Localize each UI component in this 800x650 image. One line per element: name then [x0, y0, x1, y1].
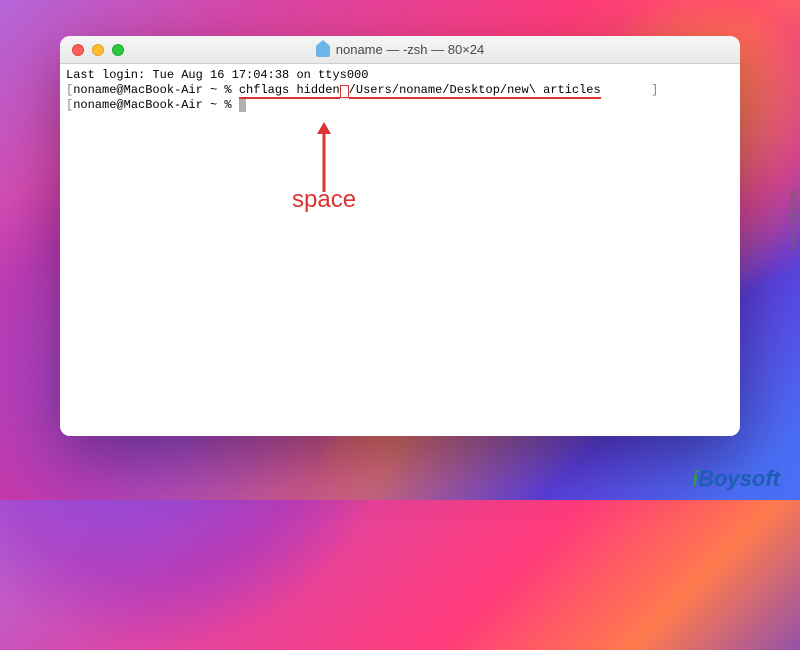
- logo-rest: Boysoft: [698, 466, 780, 491]
- close-icon[interactable]: [72, 44, 84, 56]
- terminal-body[interactable]: Last login: Tue Aug 16 17:04:38 on ttys0…: [60, 64, 740, 117]
- window-title-text: noname — -zsh — 80×24: [336, 42, 485, 57]
- prompt-text-2: noname@MacBook-Air ~ %: [73, 98, 239, 112]
- maximize-icon[interactable]: [112, 44, 124, 56]
- window-title: noname — -zsh — 80×24: [60, 42, 740, 57]
- title-bar[interactable]: noname — -zsh — 80×24: [60, 36, 740, 64]
- cursor: [239, 99, 246, 112]
- minimize-icon[interactable]: [92, 44, 104, 56]
- home-icon: [316, 45, 330, 57]
- command-part2: /Users/noname/Desktop/new\ articles: [349, 83, 601, 99]
- terminal-window: noname — -zsh — 80×24 Last login: Tue Au…: [60, 36, 740, 436]
- watermark-side: wsxdn.com: [788, 190, 800, 250]
- last-login-line: Last login: Tue Aug 16 17:04:38 on ttys0…: [66, 68, 734, 83]
- command-line-2: [noname@MacBook-Air ~ %: [66, 98, 734, 113]
- command-part1: chflags hidden: [239, 83, 340, 99]
- arrow-up-icon: [314, 122, 334, 194]
- highlighted-space: [340, 85, 349, 98]
- traffic-lights: [60, 44, 124, 56]
- annotation: space: [292, 122, 356, 207]
- annotation-label: space: [292, 192, 356, 207]
- bracket-close: ]: [651, 83, 658, 97]
- prompt-text: noname@MacBook-Air ~ %: [73, 83, 239, 97]
- command-line-1: [noname@MacBook-Air ~ % chflags hidden/U…: [66, 83, 734, 98]
- watermark-logo: iBoysoft: [692, 466, 780, 492]
